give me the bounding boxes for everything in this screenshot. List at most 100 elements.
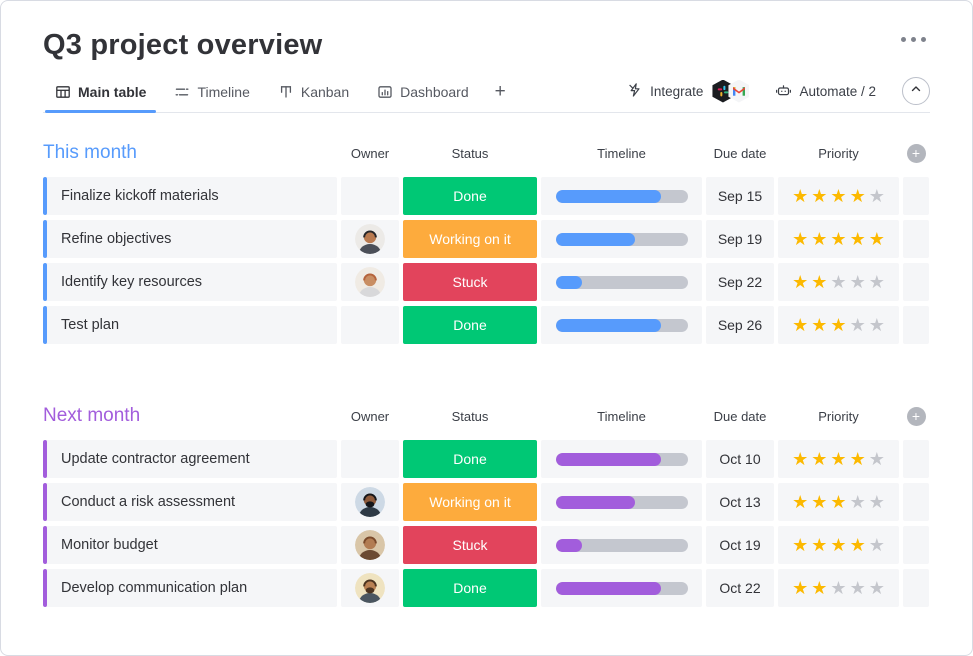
group-title[interactable]: This month [43, 142, 337, 164]
collapse-header-button[interactable] [902, 77, 930, 105]
star-icon[interactable]: ★ [811, 230, 827, 248]
status-label[interactable]: Done [403, 306, 537, 344]
star-icon[interactable]: ★ [830, 493, 846, 511]
owner-cell[interactable] [341, 440, 399, 478]
task-name-cell[interactable]: Test plan [43, 306, 337, 344]
star-icon[interactable]: ★ [830, 536, 846, 554]
star-icon[interactable]: ★ [869, 536, 885, 554]
star-icon[interactable]: ★ [850, 187, 866, 205]
star-icon[interactable]: ★ [792, 316, 808, 334]
star-icon[interactable]: ★ [869, 493, 885, 511]
empty-cell[interactable] [903, 569, 929, 607]
star-icon[interactable]: ★ [792, 230, 808, 248]
star-icon[interactable]: ★ [792, 493, 808, 511]
add-column-button[interactable]: + [907, 407, 926, 426]
star-icon[interactable]: ★ [869, 273, 885, 291]
status-label[interactable]: Done [403, 569, 537, 607]
timeline-cell[interactable] [541, 263, 702, 301]
priority-stars[interactable]: ★★★★★ [778, 263, 899, 301]
star-icon[interactable]: ★ [830, 230, 846, 248]
empty-cell[interactable] [903, 306, 929, 344]
star-icon[interactable]: ★ [850, 450, 866, 468]
owner-cell[interactable] [341, 220, 399, 258]
column-header[interactable]: Status [403, 146, 537, 161]
star-icon[interactable]: ★ [811, 493, 827, 511]
star-icon[interactable]: ★ [830, 579, 846, 597]
timeline-cell[interactable] [541, 177, 702, 215]
star-icon[interactable]: ★ [792, 450, 808, 468]
owner-cell[interactable] [341, 306, 399, 344]
task-name-cell[interactable]: Conduct a risk assessment [43, 483, 337, 521]
timeline-cell[interactable] [541, 306, 702, 344]
star-icon[interactable]: ★ [850, 230, 866, 248]
automate-button[interactable]: Automate / 2 [775, 82, 876, 101]
priority-stars[interactable]: ★★★★★ [778, 177, 899, 215]
due-date[interactable]: Oct 19 [706, 526, 774, 564]
group-title[interactable]: Next month [43, 405, 337, 427]
star-icon[interactable]: ★ [850, 579, 866, 597]
task-name-cell[interactable]: Monitor budget [43, 526, 337, 564]
star-icon[interactable]: ★ [869, 579, 885, 597]
owner-cell[interactable] [341, 569, 399, 607]
timeline-cell[interactable] [541, 220, 702, 258]
task-name-cell[interactable]: Finalize kickoff materials [43, 177, 337, 215]
task-name-cell[interactable]: Update contractor agreement [43, 440, 337, 478]
column-header[interactable]: Priority [778, 409, 899, 424]
star-icon[interactable]: ★ [850, 493, 866, 511]
empty-cell[interactable] [903, 526, 929, 564]
status-label[interactable]: Working on it [403, 220, 537, 258]
star-icon[interactable]: ★ [792, 273, 808, 291]
star-icon[interactable]: ★ [850, 273, 866, 291]
timeline-cell[interactable] [541, 440, 702, 478]
task-name-cell[interactable]: Develop communication plan [43, 569, 337, 607]
status-label[interactable]: Done [403, 177, 537, 215]
tab-main-table[interactable]: Main table [43, 81, 158, 112]
star-icon[interactable]: ★ [830, 316, 846, 334]
empty-cell[interactable] [903, 483, 929, 521]
column-header[interactable]: Timeline [541, 409, 702, 424]
task-name-cell[interactable]: Identify key resources [43, 263, 337, 301]
status-label[interactable]: Working on it [403, 483, 537, 521]
star-icon[interactable]: ★ [830, 273, 846, 291]
timeline-cell[interactable] [541, 569, 702, 607]
column-header[interactable]: Owner [341, 146, 399, 161]
due-date[interactable]: Oct 13 [706, 483, 774, 521]
timeline-cell[interactable] [541, 526, 702, 564]
column-header[interactable]: Timeline [541, 146, 702, 161]
status-label[interactable]: Stuck [403, 263, 537, 301]
priority-stars[interactable]: ★★★★★ [778, 220, 899, 258]
add-column-button[interactable]: + [907, 144, 926, 163]
column-header[interactable]: Owner [341, 409, 399, 424]
priority-stars[interactable]: ★★★★★ [778, 483, 899, 521]
due-date[interactable]: Oct 22 [706, 569, 774, 607]
integrate-button[interactable]: Integrate [627, 80, 749, 103]
due-date[interactable]: Oct 10 [706, 440, 774, 478]
empty-cell[interactable] [903, 177, 929, 215]
due-date[interactable]: Sep 26 [706, 306, 774, 344]
owner-cell[interactable] [341, 483, 399, 521]
star-icon[interactable]: ★ [792, 579, 808, 597]
more-options-button[interactable] [897, 23, 930, 56]
tab-dashboard[interactable]: Dashboard [365, 81, 481, 112]
empty-cell[interactable] [903, 220, 929, 258]
star-icon[interactable]: ★ [869, 230, 885, 248]
timeline-cell[interactable] [541, 483, 702, 521]
star-icon[interactable]: ★ [811, 273, 827, 291]
add-view-button[interactable]: + [485, 81, 516, 112]
star-icon[interactable]: ★ [850, 536, 866, 554]
star-icon[interactable]: ★ [811, 187, 827, 205]
priority-stars[interactable]: ★★★★★ [778, 440, 899, 478]
task-name-cell[interactable]: Refine objectives [43, 220, 337, 258]
priority-stars[interactable]: ★★★★★ [778, 569, 899, 607]
priority-stars[interactable]: ★★★★★ [778, 526, 899, 564]
star-icon[interactable]: ★ [792, 187, 808, 205]
tab-timeline[interactable]: Timeline [162, 81, 261, 112]
star-icon[interactable]: ★ [850, 316, 866, 334]
star-icon[interactable]: ★ [811, 316, 827, 334]
owner-cell[interactable] [341, 263, 399, 301]
priority-stars[interactable]: ★★★★★ [778, 306, 899, 344]
column-header[interactable]: Priority [778, 146, 899, 161]
empty-cell[interactable] [903, 263, 929, 301]
due-date[interactable]: Sep 19 [706, 220, 774, 258]
star-icon[interactable]: ★ [869, 187, 885, 205]
